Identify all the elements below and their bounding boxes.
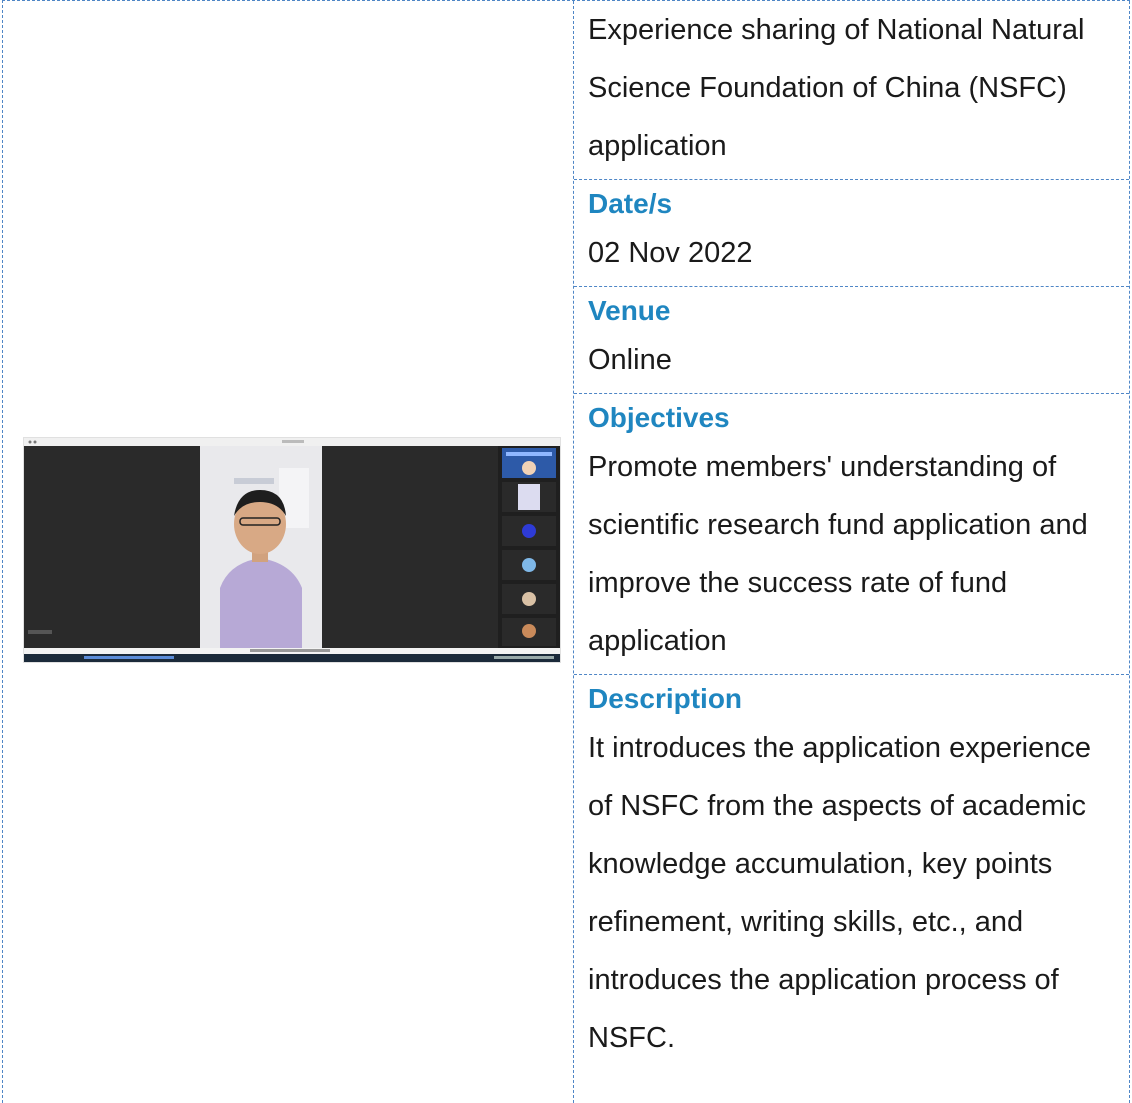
date-label: Date/s xyxy=(588,188,673,219)
taskbar-tray xyxy=(494,656,554,659)
title-bar-dot xyxy=(33,440,37,444)
speaker-background-shelf xyxy=(234,478,274,484)
venue-label: Venue xyxy=(588,295,671,326)
objectives-block: Objectives Promote members' understandin… xyxy=(574,394,1129,675)
title-bar-dot xyxy=(28,440,32,444)
toolbar-controls xyxy=(250,649,330,652)
objectives-value: Promote members' understanding of scient… xyxy=(588,451,1088,657)
slide-speaker-photo xyxy=(522,461,536,475)
participant-avatar-5 xyxy=(522,624,536,638)
event-title: Experience sharing of National Natural S… xyxy=(588,14,1085,162)
event-title-block: Experience sharing of National Natural S… xyxy=(574,1,1129,180)
speaker-shirt xyxy=(220,558,302,648)
objectives-label: Objectives xyxy=(588,402,730,433)
participant-avatar-2 xyxy=(522,524,536,538)
taskbar-icons xyxy=(84,656,174,659)
window-title-text xyxy=(282,440,304,443)
participant-photo-1 xyxy=(518,484,540,510)
participant-avatar-4 xyxy=(522,592,536,606)
participant-avatar-3 xyxy=(522,558,536,572)
date-block: Date/s 02 Nov 2022 xyxy=(574,180,1129,287)
event-photo xyxy=(23,437,561,663)
meeting-screenshot-image xyxy=(24,438,560,662)
venue-value: Online xyxy=(588,344,672,376)
event-page: Experience sharing of National Natural S… xyxy=(0,0,1132,1103)
right-dark-panel xyxy=(322,446,498,648)
venue-block: Venue Online xyxy=(574,287,1129,394)
participant-name-tag xyxy=(28,630,52,634)
description-block: Description It introduces the applicatio… xyxy=(574,675,1129,1103)
date-value: 02 Nov 2022 xyxy=(588,237,753,269)
event-table: Experience sharing of National Natural S… xyxy=(2,0,1130,1103)
event-details: Experience sharing of National Natural S… xyxy=(574,1,1130,1103)
left-dark-panel xyxy=(24,446,200,648)
slide-title-bar xyxy=(506,452,552,456)
photo-cell xyxy=(3,1,574,1103)
description-label: Description xyxy=(588,683,743,714)
description-value: It introduces the application experience… xyxy=(588,732,1091,1054)
